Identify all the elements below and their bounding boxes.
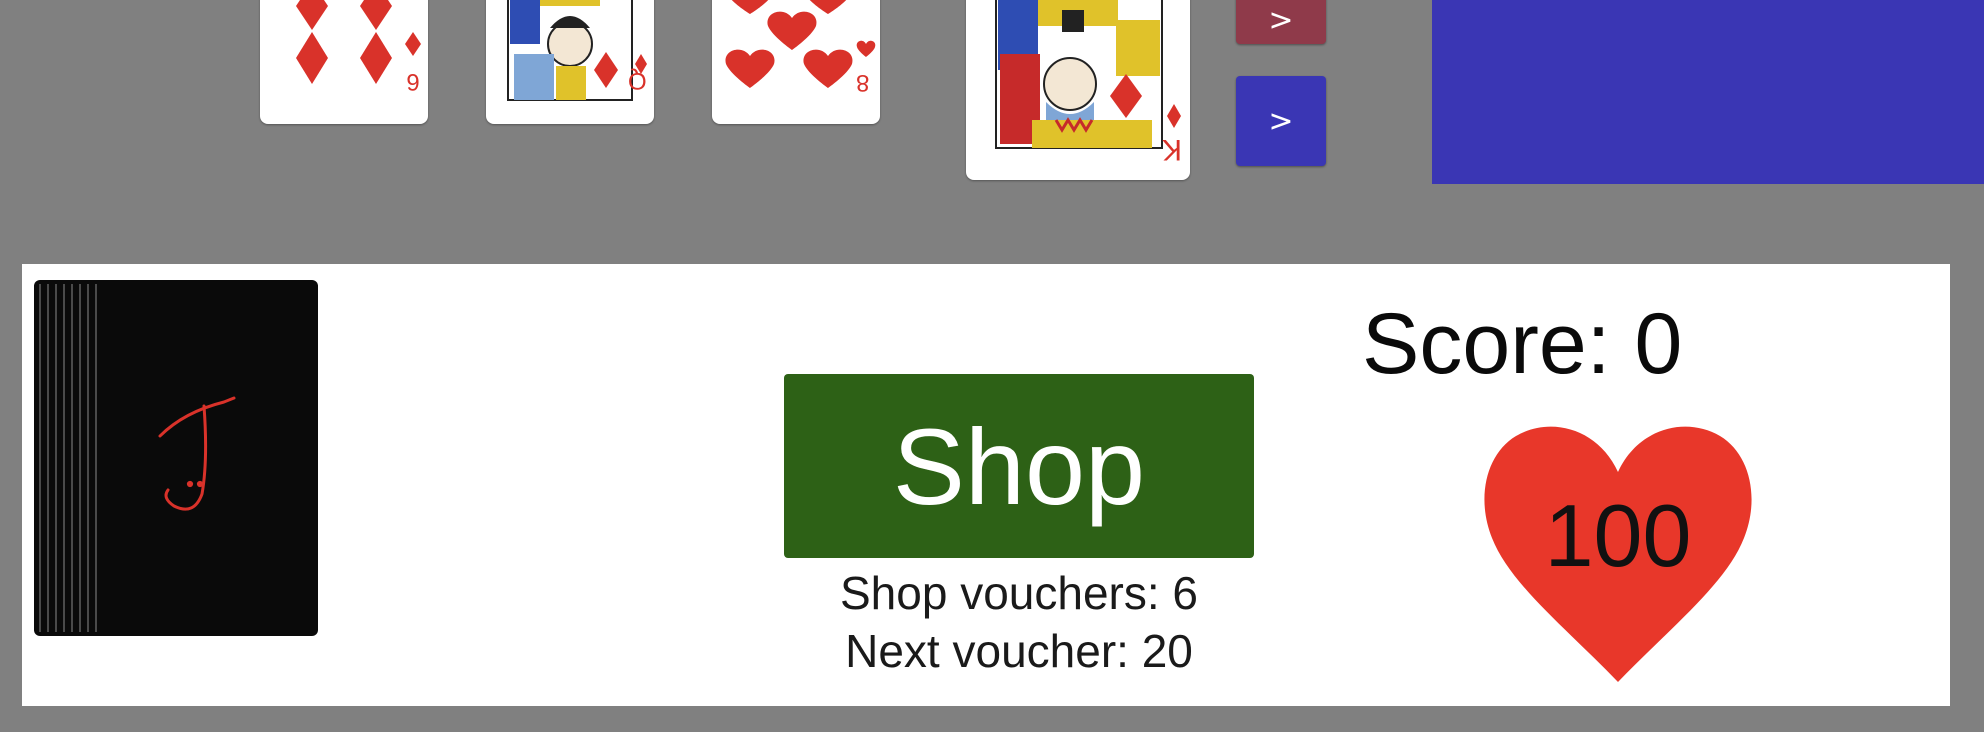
shop-button[interactable]: Shop (784, 374, 1254, 558)
shop-button-label: Shop (892, 405, 1146, 527)
shop-vouchers-text: Shop vouchers: 6 (839, 567, 1198, 619)
player-panel: Shop Shop vouchers: 6 Next voucher: 20 S… (22, 264, 1950, 706)
card-king-art (995, 0, 1181, 149)
card-6-diamonds-art: 6 (296, 0, 421, 95)
next-voucher-text: Next voucher: 20 (845, 625, 1193, 677)
arrow-bottom-label: > (1268, 103, 1294, 139)
card-8-hearts-art (725, 0, 876, 88)
card-6-of-diamonds[interactable]: 6 (260, 0, 428, 124)
arrow-top-label: > (1268, 2, 1294, 38)
draw-pile[interactable] (34, 280, 318, 636)
card-8-of-hearts[interactable]: 8 (712, 0, 880, 124)
card-queen-art (507, 0, 647, 101)
deck-logo-icon (158, 396, 236, 511)
next-arrow-button[interactable]: > (1236, 76, 1326, 166)
card-king-of-diamonds[interactable]: K (966, 0, 1190, 180)
card-rank-q: Q (628, 67, 647, 94)
voucher-info: Shop vouchers: 6 Next voucher: 20 (744, 564, 1294, 680)
blue-panel (1432, 0, 1984, 184)
card-rank-k: K (1162, 133, 1183, 166)
health-heart: 100 (1480, 418, 1756, 682)
health-value: 100 (1544, 486, 1692, 585)
card-queen-of-diamonds[interactable]: Q (486, 0, 654, 124)
score-label: Score: 0 (1362, 296, 1683, 392)
card-rank-6: 6 (406, 68, 419, 95)
card-rank-8: 8 (856, 69, 870, 96)
next-arrow-button-top[interactable]: > (1236, 0, 1326, 44)
deck-stack-art (39, 284, 236, 632)
